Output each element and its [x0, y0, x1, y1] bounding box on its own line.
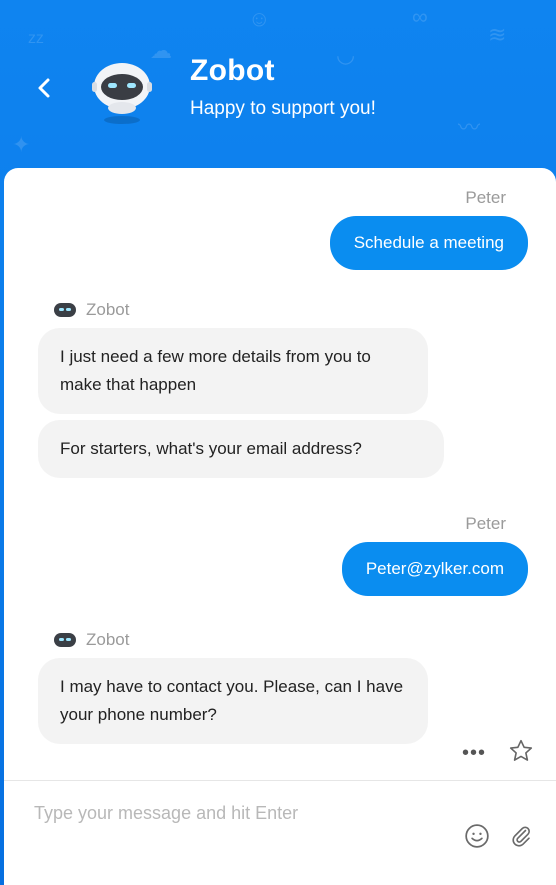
chat-header: Zobot Happy to support you!: [0, 0, 556, 170]
bot-message-bubble: I may have to contact you. Please, can I…: [38, 658, 428, 744]
robot-avatar-icon: [86, 56, 158, 128]
bot-message-bubble: I just need a few more details from you …: [38, 328, 428, 414]
bot-name: Zobot: [190, 54, 275, 87]
sender-name: Peter: [465, 188, 506, 207]
back-button[interactable]: [30, 70, 58, 106]
chevron-left-icon: [38, 78, 50, 98]
smiley-icon: [465, 824, 489, 848]
attach-button[interactable]: [506, 821, 536, 851]
bot-message-bubble: For starters, what's your email address?: [38, 420, 444, 478]
bot-mini-avatar-icon: [54, 633, 76, 647]
star-icon[interactable]: [508, 738, 534, 769]
user-message-bubble: Schedule a meeting: [329, 216, 528, 270]
more-dots-icon[interactable]: •••: [462, 742, 486, 765]
sender-name: Peter: [465, 514, 506, 533]
chat-widget: ᶻᶻ ☁ ☺ ◡ ∞ ≋ 〰 ✦ Zobot Happy to support …: [0, 0, 556, 885]
bot-sender-label: Zobot: [54, 630, 129, 650]
sender-name: Zobot: [86, 300, 130, 319]
bot-mini-avatar-icon: [54, 303, 76, 317]
conversation-panel: Peter Schedule a meeting Zobot I just ne…: [4, 168, 556, 885]
user-message-bubble: Peter@zylker.com: [341, 542, 528, 596]
message-input[interactable]: [32, 795, 436, 831]
sender-name: Zobot: [86, 630, 130, 649]
bot-sender-label: Zobot: [54, 300, 129, 320]
message-composer: [4, 781, 556, 885]
message-actions: •••: [462, 738, 534, 769]
paperclip-icon: [512, 826, 530, 847]
emoji-button[interactable]: [462, 821, 492, 851]
bot-tagline: Happy to support you!: [190, 98, 376, 119]
